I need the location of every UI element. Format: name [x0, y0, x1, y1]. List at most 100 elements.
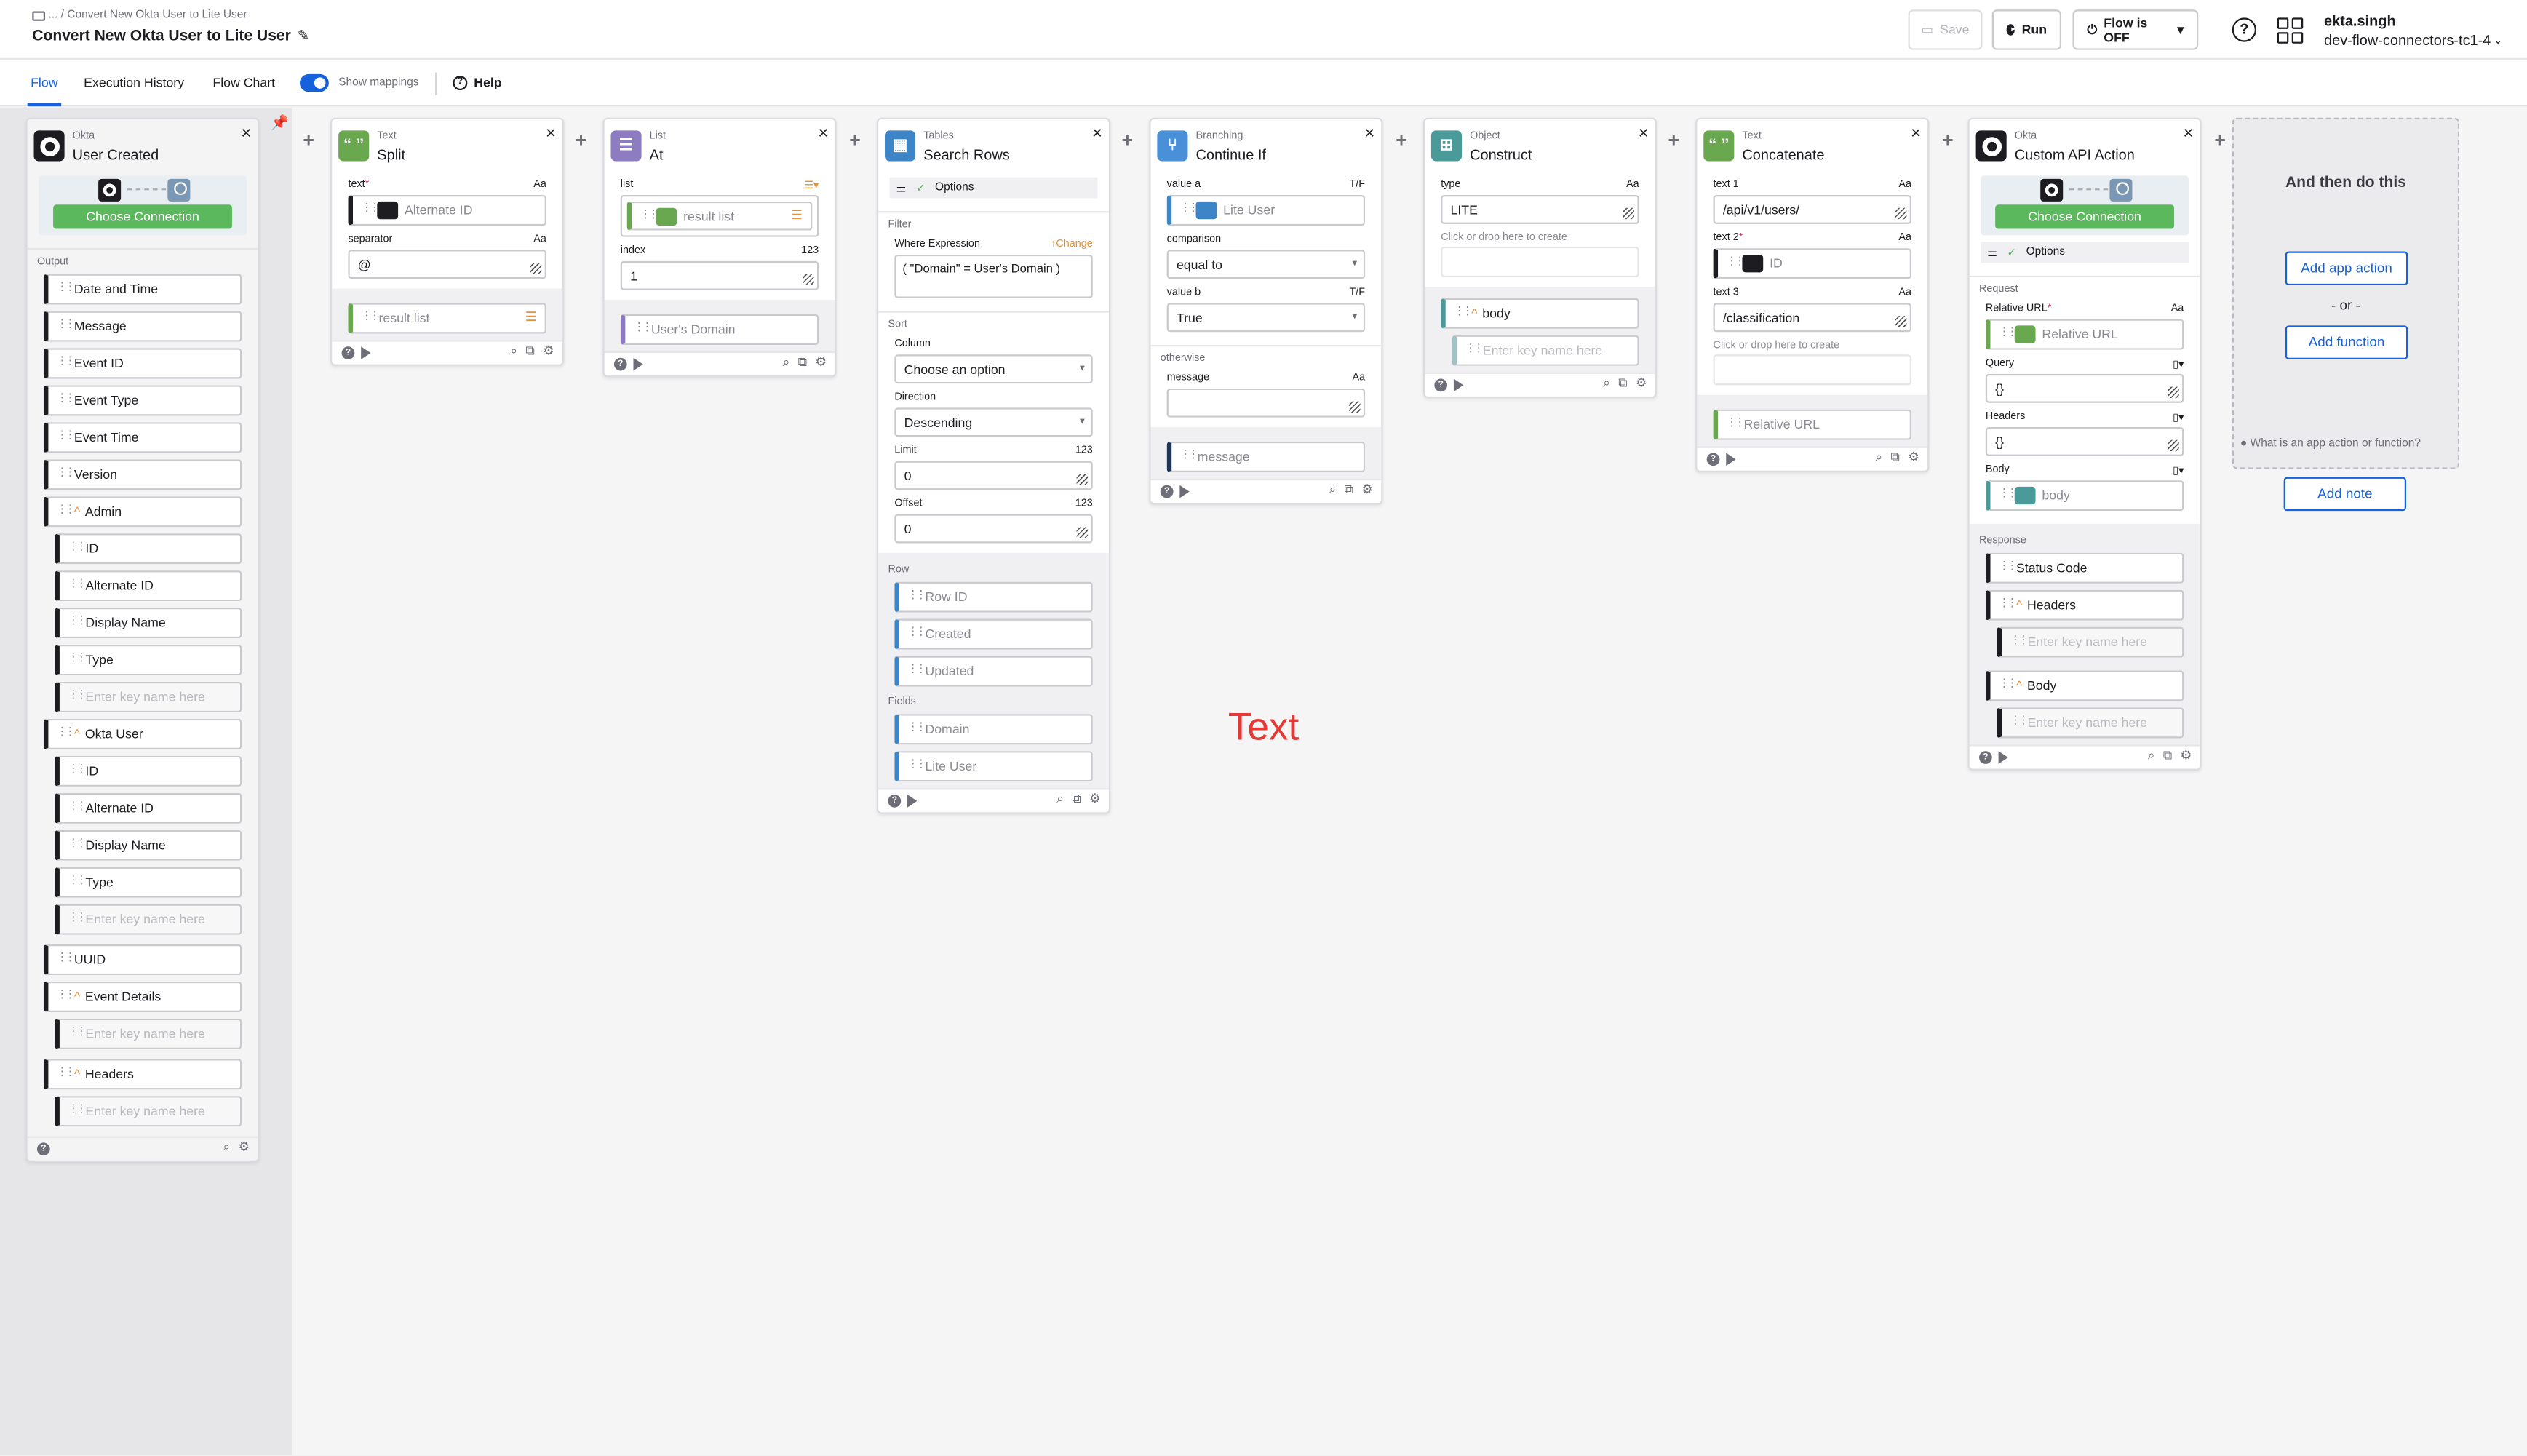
help-icon[interactable]: ? — [36, 1142, 50, 1156]
output-updated[interactable]: Updated — [894, 656, 1093, 687]
play-icon[interactable] — [1998, 751, 2008, 764]
flow-status-button[interactable]: ⏻ Flow is OFF ▾ — [2072, 9, 2199, 50]
help-icon[interactable]: ? — [888, 794, 902, 808]
output-headers[interactable]: ^Headers — [43, 1059, 242, 1090]
output-date-and-time[interactable]: Date and Time — [43, 274, 242, 305]
card-object-construct[interactable]: ⊞ Object Construct × type Aa LITE Click o… — [1422, 117, 1658, 399]
search-icon[interactable]: ⌕ — [1603, 375, 1610, 391]
output-headers[interactable]: ^Headers — [1985, 589, 2184, 621]
output-admin-id[interactable]: ID — [55, 533, 242, 565]
limit-input[interactable]: 0 — [894, 461, 1093, 490]
card-okta-user-created[interactable]: Okta User Created × Choose Connection Ou… — [25, 117, 260, 1163]
copy-icon[interactable]: ⧉ — [1618, 375, 1628, 391]
chevron-up-icon[interactable]: ^ — [2016, 679, 2022, 693]
play-icon[interactable] — [1453, 378, 1464, 392]
add-step-icon[interactable]: + — [1396, 129, 1407, 151]
column-select[interactable]: Choose an option — [894, 354, 1093, 384]
key-name-input[interactable]: Enter key name here — [55, 904, 242, 935]
output-event-id[interactable]: Event ID — [43, 348, 242, 379]
search-icon[interactable]: ⌕ — [223, 1139, 230, 1155]
help-icon[interactable]: ? — [1979, 751, 1992, 764]
object-type-icon[interactable]: ▯▾ — [2173, 464, 2184, 477]
copy-icon[interactable]: ⧉ — [1890, 450, 1900, 466]
key-name-input[interactable]: Enter key name here — [55, 1018, 242, 1049]
list-input[interactable]: result list☰ — [620, 195, 819, 237]
pin-icon[interactable]: 📌 — [271, 114, 289, 132]
output-domain[interactable]: Domain — [894, 714, 1093, 745]
gear-icon[interactable]: ⚙ — [543, 343, 554, 359]
close-icon[interactable]: × — [2183, 124, 2193, 144]
search-icon[interactable]: ⌕ — [783, 354, 790, 370]
card-search-rows[interactable]: ▦ Tables Search Rows × ⚌ ✓ Options Filter … — [876, 117, 1111, 814]
card-list-at[interactable]: ☰ List At × list☰▾ result list☰ index123… — [602, 117, 837, 378]
list-type-icon[interactable]: ☰▾ — [804, 179, 819, 192]
help-icon[interactable]: ? — [2232, 17, 2256, 42]
object-type-icon[interactable]: ▯▾ — [2173, 411, 2184, 424]
play-icon[interactable] — [1726, 453, 1736, 466]
help-icon[interactable]: ? — [1160, 485, 1174, 498]
headers-input[interactable]: {} — [1985, 426, 2184, 456]
drop-zone[interactable] — [1441, 246, 1639, 277]
output-uuid[interactable]: UUID — [43, 944, 242, 976]
add-step-icon[interactable]: + — [576, 129, 587, 151]
message-input[interactable] — [1166, 388, 1366, 418]
gear-icon[interactable]: ⚙ — [1361, 482, 1373, 498]
output-event-time[interactable]: Event Time — [43, 422, 242, 453]
chevron-up-icon[interactable]: ^ — [74, 504, 80, 519]
separator-input[interactable]: @ — [348, 250, 546, 279]
gear-icon[interactable]: ⚙ — [815, 354, 827, 370]
copy-icon[interactable]: ⧉ — [2163, 748, 2173, 764]
output-users-domain[interactable]: User's Domain — [620, 314, 819, 346]
search-icon[interactable]: ⌕ — [2148, 748, 2155, 764]
add-step-icon[interactable]: + — [303, 129, 314, 151]
add-step-icon[interactable]: + — [2214, 129, 2226, 151]
close-icon[interactable]: × — [1911, 124, 1921, 144]
copy-icon[interactable]: ⧉ — [798, 354, 808, 370]
output-admin-alternate-id[interactable]: Alternate ID — [55, 570, 242, 602]
output-okta-user-display-name[interactable]: Display Name — [55, 830, 242, 861]
options-toggle[interactable]: ⚌ ✓ Options — [889, 177, 1098, 199]
key-name-input[interactable]: Enter key name here — [1452, 335, 1639, 366]
output-message[interactable]: message — [1166, 441, 1366, 472]
choose-connection-button[interactable]: Choose Connection — [53, 204, 232, 229]
change-link[interactable]: ↑Change — [1051, 239, 1093, 250]
play-icon[interactable] — [907, 794, 918, 808]
value-a-input[interactable]: Lite User — [1166, 195, 1366, 226]
add-step-icon[interactable]: + — [1668, 129, 1680, 151]
output-okta-user-alternate-id[interactable]: Alternate ID — [55, 792, 242, 824]
query-input[interactable]: {} — [1985, 373, 2184, 403]
card-text-split[interactable]: “ ” Text Split × text*Aa Alternate ID se… — [330, 117, 565, 366]
gear-icon[interactable]: ⚙ — [1089, 792, 1101, 808]
value-b-select[interactable]: True — [1166, 303, 1366, 333]
help-icon[interactable]: ? — [341, 346, 355, 359]
output-version[interactable]: Version — [43, 459, 242, 490]
search-icon[interactable]: ⌕ — [510, 343, 517, 359]
where-expression-input[interactable]: ( "Domain" = User's Domain ) — [894, 254, 1093, 298]
add-note-button[interactable]: Add note — [2283, 477, 2406, 512]
key-name-input[interactable]: Enter key name here — [55, 1096, 242, 1127]
close-icon[interactable]: × — [1364, 124, 1374, 144]
breadcrumb[interactable]: ... / Convert New Okta User to Lite User — [32, 9, 247, 21]
close-icon[interactable]: × — [546, 124, 556, 144]
output-event-details[interactable]: ^Event Details — [43, 981, 242, 1013]
output-row-id[interactable]: Row ID — [894, 581, 1093, 613]
user-menu[interactable]: ekta.singh dev-flow-connectors-tc1-4 ⌄ — [2324, 12, 2503, 50]
output-admin[interactable]: ^Admin — [43, 496, 242, 528]
flow-title[interactable]: Convert New Okta User to Lite User ✎ — [32, 28, 309, 45]
tab-execution-history[interactable]: Execution History — [84, 76, 184, 90]
close-icon[interactable]: × — [1639, 124, 1649, 144]
key-name-input[interactable]: Enter key name here — [55, 681, 242, 713]
save-button[interactable]: ▭ Save — [1908, 9, 1983, 50]
direction-select[interactable]: Descending — [894, 407, 1093, 437]
add-step-icon[interactable]: + — [1942, 129, 1954, 151]
help-icon[interactable]: ? — [1434, 378, 1448, 392]
key-name-input[interactable]: Enter key name here — [1997, 707, 2184, 739]
search-icon[interactable]: ⌕ — [1056, 792, 1064, 808]
gear-icon[interactable]: ⚙ — [2181, 748, 2192, 764]
what-is-app-action-link[interactable]: ● What is an app action or function? — [2240, 438, 2458, 450]
drop-zone[interactable] — [1713, 354, 1911, 386]
output-event-type[interactable]: Event Type — [43, 385, 242, 416]
chevron-up-icon[interactable]: ^ — [74, 727, 80, 741]
add-step-icon[interactable]: + — [1122, 129, 1134, 151]
output-message[interactable]: Message — [43, 311, 242, 342]
